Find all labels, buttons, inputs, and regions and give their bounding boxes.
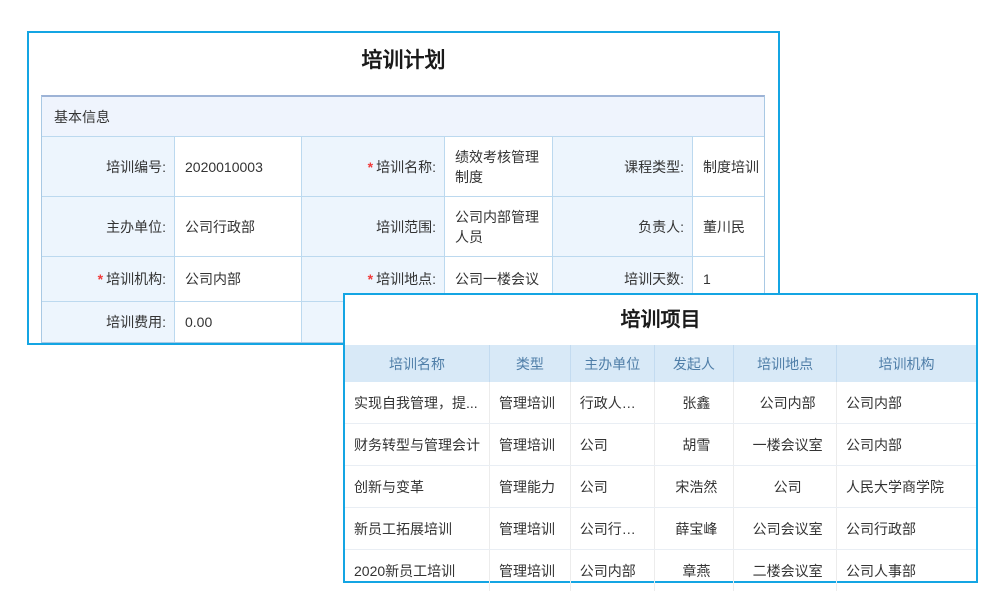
field-label: 培训费用: bbox=[42, 302, 175, 342]
field-value: 0.00 bbox=[175, 302, 302, 342]
field-label: 负责人: bbox=[553, 197, 693, 257]
field-label-text: 培训天数: bbox=[624, 269, 684, 289]
type-cell: 管理培训 bbox=[489, 550, 570, 592]
location-cell: 公司 bbox=[734, 466, 837, 508]
type-cell: 管理培训 bbox=[489, 382, 570, 424]
field-label: 课程类型: bbox=[553, 137, 693, 197]
org-cell: 行政人事部 bbox=[570, 382, 654, 424]
field-label: *培训机构: bbox=[42, 257, 175, 302]
required-marker: * bbox=[368, 157, 373, 177]
training-name-link[interactable]: 新员工拓展培训 bbox=[345, 508, 489, 550]
column-header-agency: 培训机构 bbox=[837, 345, 976, 382]
org-cell: 公司 bbox=[570, 466, 654, 508]
field-label-text: 课程类型: bbox=[624, 157, 684, 177]
column-header-org: 主办单位 bbox=[570, 345, 654, 382]
column-header-initiator: 发起人 bbox=[654, 345, 734, 382]
initiator-link[interactable]: 章燕 bbox=[654, 550, 734, 592]
field-value: 公司内部管理人员 bbox=[445, 197, 553, 257]
projects-title: 培训项目 bbox=[345, 295, 976, 345]
field-label-text: 主办单位: bbox=[106, 217, 166, 237]
field-label-text: 培训范围: bbox=[376, 217, 436, 237]
field-value: 公司内部 bbox=[175, 257, 302, 302]
required-marker: * bbox=[98, 269, 103, 289]
field-label-text: 培训名称: bbox=[376, 157, 436, 177]
field-value: 绩效考核管理制度 bbox=[445, 137, 553, 197]
agency-cell: 公司人事部 bbox=[837, 550, 976, 592]
agency-cell: 公司行政部 bbox=[837, 508, 976, 550]
table-row: 创新与变革 管理能力 公司 宋浩然 公司 人民大学商学院 bbox=[345, 466, 976, 508]
table-row: 财务转型与管理会计 管理培训 公司 胡雪 一楼会议室 公司内部 bbox=[345, 424, 976, 466]
agency-cell: 公司内部 bbox=[837, 382, 976, 424]
agency-cell: 人民大学商学院 bbox=[837, 466, 976, 508]
org-cell: 公司内部 bbox=[570, 550, 654, 592]
initiator-link[interactable]: 宋浩然 bbox=[654, 466, 734, 508]
training-name-link[interactable]: 2020新员工培训 bbox=[345, 550, 489, 592]
org-cell: 公司行政部 bbox=[570, 508, 654, 550]
training-name-link[interactable]: 实现自我管理，提... bbox=[345, 382, 489, 424]
column-header-type: 类型 bbox=[489, 345, 570, 382]
type-cell: 管理能力 bbox=[489, 466, 570, 508]
training-name-link[interactable]: 创新与变革 bbox=[345, 466, 489, 508]
field-label-text: 培训地点: bbox=[376, 269, 436, 289]
location-cell: 公司内部 bbox=[734, 382, 837, 424]
field-label: 培训范围: bbox=[302, 197, 445, 257]
training-projects-panel: 培训项目 培训名称 类型 主办单位 发起人 培训地点 培训机构 实现自我管理，提… bbox=[343, 293, 978, 583]
field-label: *培训名称: bbox=[302, 137, 445, 197]
location-cell: 一楼会议室 bbox=[734, 424, 837, 466]
table-header-row: 培训名称 类型 主办单位 发起人 培训地点 培训机构 bbox=[345, 345, 976, 382]
initiator-link[interactable]: 薛宝峰 bbox=[654, 508, 734, 550]
field-value: 董川民 bbox=[693, 197, 764, 257]
page-title: 培训计划 bbox=[29, 45, 778, 77]
required-marker: * bbox=[368, 269, 373, 289]
field-label: 主办单位: bbox=[42, 197, 175, 257]
table-row: 实现自我管理，提... 管理培训 行政人事部 张鑫 公司内部 公司内部 bbox=[345, 382, 976, 424]
table-row: 2020新员工培训 管理培训 公司内部 章燕 二楼会议室 公司人事部 bbox=[345, 550, 976, 592]
field-label-text: 负责人: bbox=[638, 217, 684, 237]
location-cell: 公司会议室 bbox=[734, 508, 837, 550]
org-cell: 公司 bbox=[570, 424, 654, 466]
location-cell: 二楼会议室 bbox=[734, 550, 837, 592]
type-cell: 管理培训 bbox=[489, 424, 570, 466]
section-header: 基本信息 bbox=[42, 97, 764, 137]
training-name-link[interactable]: 财务转型与管理会计 bbox=[345, 424, 489, 466]
field-label: 培训编号: bbox=[42, 137, 175, 197]
field-value: 制度培训 bbox=[693, 137, 764, 197]
agency-cell: 公司内部 bbox=[837, 424, 976, 466]
field-label-text: 培训费用: bbox=[106, 312, 166, 332]
field-label-text: 培训编号: bbox=[106, 157, 166, 177]
field-label-text: 培训机构: bbox=[106, 269, 166, 289]
field-value: 公司行政部 bbox=[175, 197, 302, 257]
initiator-link[interactable]: 张鑫 bbox=[654, 382, 734, 424]
projects-table: 培训名称 类型 主办单位 发起人 培训地点 培训机构 实现自我管理，提... 管… bbox=[345, 345, 976, 591]
column-header-location: 培训地点 bbox=[734, 345, 837, 382]
column-header-name: 培训名称 bbox=[345, 345, 489, 382]
field-value: 2020010003 bbox=[175, 137, 302, 197]
type-cell: 管理培训 bbox=[489, 508, 570, 550]
initiator-link[interactable]: 胡雪 bbox=[654, 424, 734, 466]
table-row: 新员工拓展培训 管理培训 公司行政部 薛宝峰 公司会议室 公司行政部 bbox=[345, 508, 976, 550]
